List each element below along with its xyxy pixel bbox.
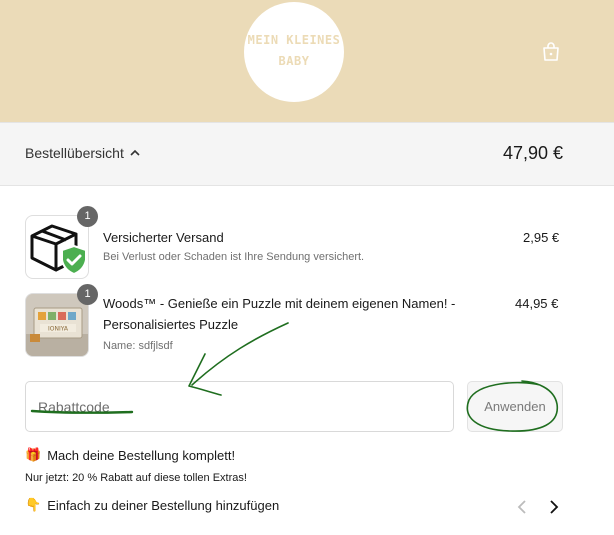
upsell-subtitle: Nur jetzt: 20 % Rabatt auf diese tollen … bbox=[25, 472, 247, 484]
order-summary-label: Bestellübersicht bbox=[25, 145, 124, 161]
item-title-line-1: Woods™ - Genieße ein Puzzle mit deinem e… bbox=[103, 296, 456, 311]
product-thumbnail: IONIYA bbox=[25, 293, 89, 357]
gift-icon: 🎁 bbox=[25, 447, 42, 462]
item-title-line-2: Personalisiertes Puzzle bbox=[103, 317, 239, 332]
item-price: 44,95 € bbox=[515, 296, 559, 311]
store-logo[interactable]: MEIN KLEINES BABY bbox=[244, 2, 344, 102]
chevron-up-icon bbox=[130, 149, 140, 156]
pointing-down-icon: 👇 bbox=[25, 497, 42, 512]
carousel-prev-button[interactable] bbox=[512, 496, 532, 518]
store-header: MEIN KLEINES BABY bbox=[0, 0, 614, 122]
shipping-box-shield-icon bbox=[30, 224, 87, 276]
order-summary-toggle[interactable]: Bestellübersicht bbox=[25, 145, 140, 161]
carousel-next-button[interactable] bbox=[544, 496, 564, 518]
upsell-add-label: Einfach zu deiner Bestellung hinzufügen bbox=[47, 497, 280, 513]
item-subtitle: Name: sdfjlsdf bbox=[103, 340, 173, 352]
order-summary-bar: Bestellübersicht 47,90 € bbox=[0, 122, 614, 186]
line-item: IONIYA 1 Woods™ - Genieße ein Puzzle mit… bbox=[25, 284, 589, 357]
logo-text: MEIN KLEINES BABY bbox=[244, 30, 344, 72]
item-title: Versicherter Versand bbox=[103, 230, 224, 245]
apply-discount-button[interactable]: Anwenden bbox=[467, 381, 563, 432]
shopping-bag-icon[interactable] bbox=[540, 40, 562, 62]
discount-code-field bbox=[25, 381, 454, 432]
item-subtitle: Bei Verlust oder Schaden ist Ihre Sendun… bbox=[103, 251, 365, 263]
discount-code-input[interactable] bbox=[26, 382, 453, 431]
svg-text:IONIYA: IONIYA bbox=[48, 326, 69, 333]
line-item: 1 Versicherter Versand Bei Verlust oder … bbox=[25, 206, 589, 279]
product-thumbnail bbox=[25, 215, 89, 279]
upsell-title: Mach deine Bestellung komplett! bbox=[47, 447, 236, 463]
chevron-left-icon bbox=[517, 500, 526, 514]
order-total: 47,90 € bbox=[502, 143, 563, 163]
item-price: 2,95 € bbox=[523, 230, 560, 245]
upsell-heading: 🎁 Mach deine Bestellung komplett! bbox=[25, 447, 235, 463]
logo-line-1: MEIN KLEINES bbox=[247, 33, 341, 47]
quantity-badge: 1 bbox=[77, 206, 98, 227]
chevron-right-icon bbox=[550, 500, 559, 514]
quantity-badge: 1 bbox=[77, 284, 98, 305]
puzzle-product-image: IONIYA bbox=[26, 294, 88, 356]
upsell-add-heading: 👇 Einfach zu deiner Bestellung hinzufüge… bbox=[25, 497, 279, 513]
logo-line-2: BABY bbox=[278, 54, 310, 68]
